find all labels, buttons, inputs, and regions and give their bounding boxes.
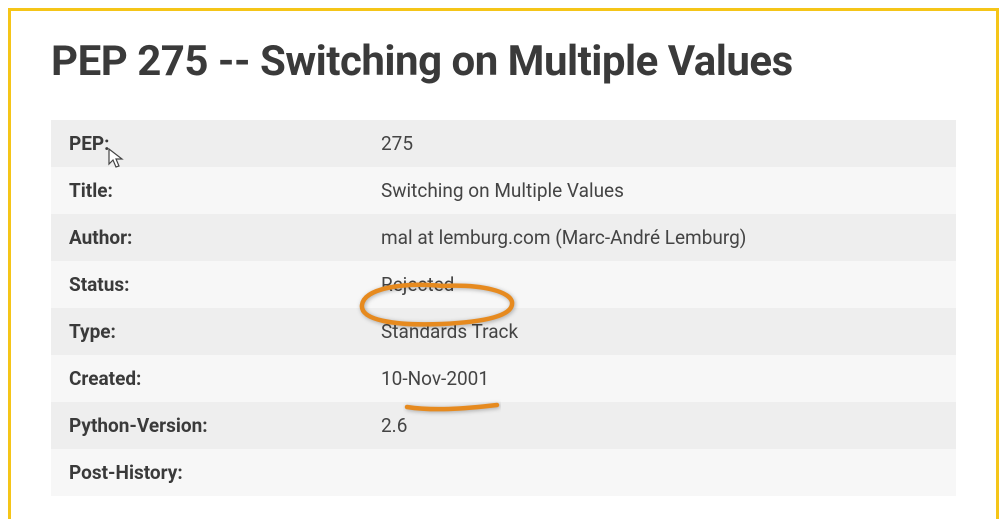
row-label: Title: [51, 167, 361, 214]
row-label: Python-Version: [51, 402, 361, 449]
row-value: 275 [361, 120, 956, 167]
row-label: Author: [51, 214, 361, 261]
row-value: 2.6 [361, 402, 956, 449]
table-row: Created: 10-Nov-2001 [51, 355, 956, 402]
row-value: 10-Nov-2001 [361, 355, 956, 402]
row-value [361, 449, 956, 496]
row-value: Standards Track [361, 308, 956, 355]
row-value: Rejected [361, 261, 956, 308]
row-label: PEP: [51, 120, 361, 167]
row-label: Created: [51, 355, 361, 402]
table-row: Title: Switching on Multiple Values [51, 167, 956, 214]
table-row: Status: Rejected [51, 261, 956, 308]
table-row: Python-Version: 2.6 [51, 402, 956, 449]
page-title: PEP 275 -- Switching on Multiple Values [51, 37, 956, 86]
document-frame: PEP 275 -- Switching on Multiple Values … [8, 8, 999, 519]
cursor-icon [108, 148, 124, 170]
table-row: Type: Standards Track [51, 308, 956, 355]
table-row: PEP: 275 [51, 120, 956, 167]
table-row: Post-History: [51, 449, 956, 496]
row-label: Post-History: [51, 449, 361, 496]
row-label: Type: [51, 308, 361, 355]
pep-meta-table: PEP: 275 Title: Switching on Multiple Va… [51, 120, 956, 496]
row-value: mal at lemburg.com (Marc-André Lemburg) [361, 214, 956, 261]
table-row: Author: mal at lemburg.com (Marc-André L… [51, 214, 956, 261]
row-value: Switching on Multiple Values [361, 167, 956, 214]
row-label: Status: [51, 261, 361, 308]
